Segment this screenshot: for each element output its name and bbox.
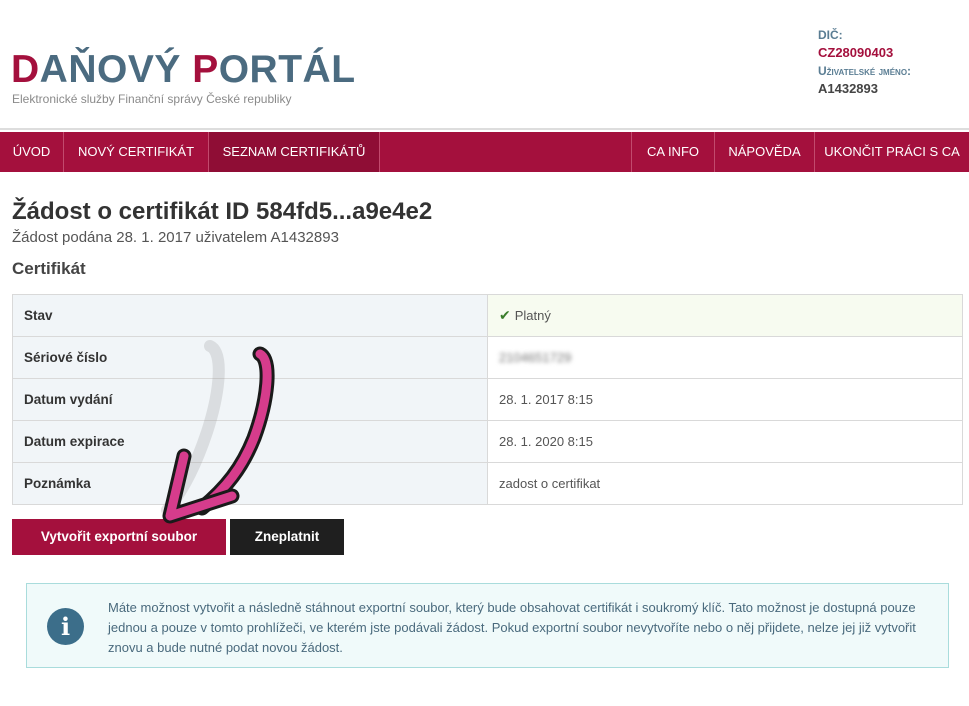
portal-tagline: Elektronické služby Finanční správy Česk…	[12, 92, 292, 106]
check-icon: ✔	[499, 307, 511, 323]
row-key-serial: Sériové číslo	[12, 336, 488, 379]
page-title: Žádost o certifikát ID 584fd5...a9e4e2	[12, 198, 433, 225]
username-label: Uživatelské jméno:	[818, 64, 912, 78]
row-key-expiry-date: Datum expirace	[12, 420, 488, 463]
section-title-certificate: Certifikát	[12, 259, 86, 278]
row-value-serial: 2104651729	[487, 336, 963, 379]
user-info: DIČ: CZ28090403 Uživatelské jméno: A1432…	[818, 26, 968, 98]
request-subtitle: Žádost podána 28. 1. 2017 uživatelem A14…	[12, 229, 339, 246]
table-row: Stav ✔ Platný	[12, 294, 963, 337]
nav-item-napoveda[interactable]: NÁPOVĚDA	[714, 132, 814, 172]
row-value-expiry-date: 28. 1. 2020 8:15	[487, 420, 963, 463]
create-export-file-button[interactable]: Vytvořit exportní soubor	[12, 519, 226, 555]
export-info-text: Máte možnost vytvořit a následně stáhnou…	[108, 600, 916, 655]
table-row: Poznámka zadost o certifikat	[12, 462, 963, 505]
table-row: Datum expirace 28. 1. 2020 8:15	[12, 420, 963, 463]
certificate-details-table: Stav ✔ Platný Sériové číslo 2104651729 Da…	[12, 294, 963, 505]
dic-value: CZ28090403	[818, 45, 894, 60]
row-value-note: zadost o certifikat	[487, 462, 963, 505]
portal-logo[interactable]: DAŇOVÝ PORTÁL	[11, 50, 356, 89]
row-value-status: ✔ Platný	[487, 294, 963, 337]
serial-number-blurred: 2104651729	[499, 350, 572, 365]
logo-text-1: AŇOVÝ	[39, 48, 193, 91]
nav-item-uvod[interactable]: ÚVOD	[0, 132, 64, 172]
nav-item-ukoncit-praci[interactable]: UKONČIT PRÁCI S CA	[814, 132, 969, 172]
username-value: A1432893	[818, 81, 878, 96]
nav-item-novy-certifikat[interactable]: NOVÝ CERTIFIKÁT	[64, 132, 209, 172]
row-value-issue-date: 28. 1. 2017 8:15	[487, 378, 963, 421]
dic-label: DIČ:	[818, 28, 843, 42]
logo-text-2: ORTÁL	[218, 48, 356, 91]
table-row: Datum vydání 28. 1. 2017 8:15	[12, 378, 963, 421]
row-key-issue-date: Datum vydání	[12, 378, 488, 421]
export-info-alert: i Máte možnost vytvořit a následně stáhn…	[26, 583, 949, 668]
logo-letter-d: D	[11, 48, 40, 91]
site-header: DAŇOVÝ PORTÁL Elektronické služby Finanč…	[0, 0, 969, 130]
main-navigation: ÚVOD NOVÝ CERTIFIKÁT SEZNAM CERTIFIKÁTŮ …	[0, 132, 969, 172]
status-badge: Platný	[514, 308, 551, 323]
row-key-note: Poznámka	[12, 462, 488, 505]
nav-item-ca-info[interactable]: CA INFO	[631, 132, 714, 172]
info-icon: i	[47, 608, 84, 645]
row-key-status: Stav	[12, 294, 488, 337]
table-row: Sériové číslo 2104651729	[12, 336, 963, 379]
invalidate-button[interactable]: Zneplatnit	[230, 519, 344, 555]
logo-letter-p: P	[192, 48, 219, 91]
nav-item-seznam-certifikatu[interactable]: SEZNAM CERTIFIKÁTŮ	[209, 132, 380, 172]
